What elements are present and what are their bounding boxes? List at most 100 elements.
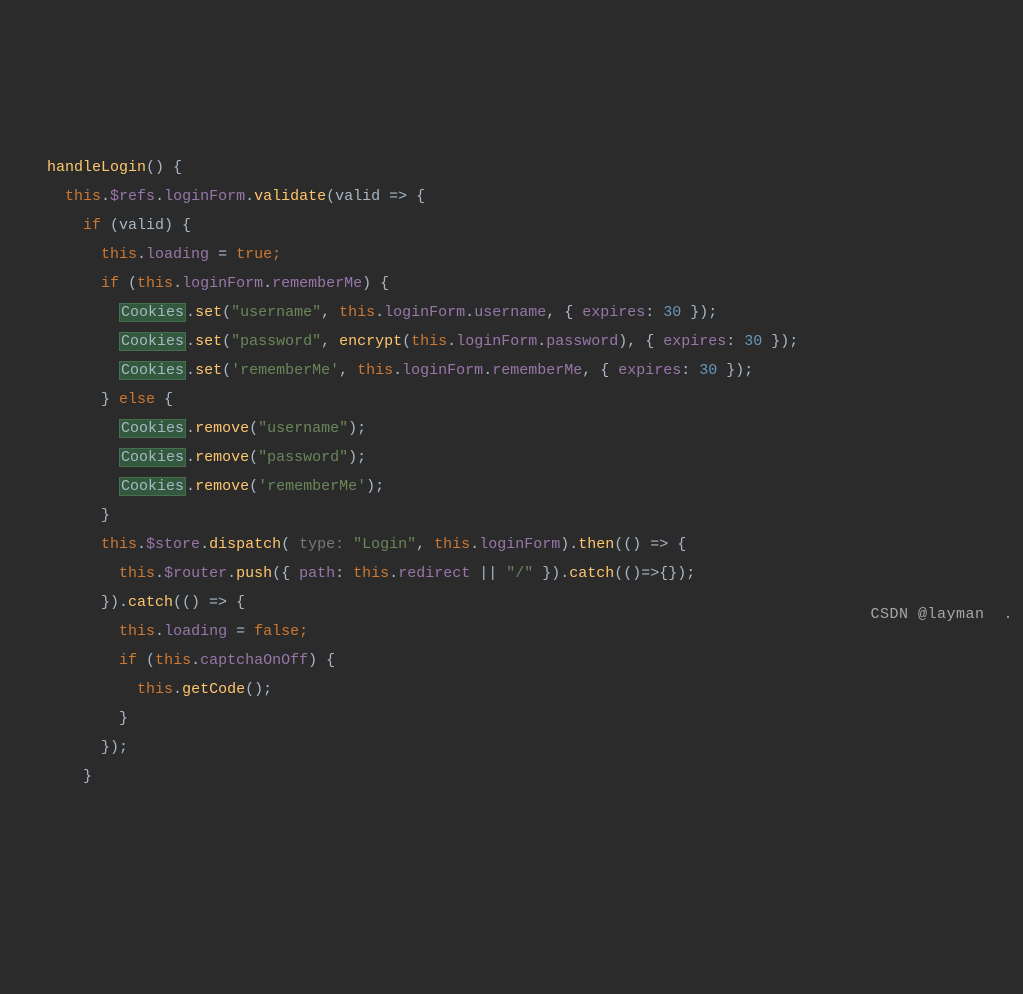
property: redirect [398,565,470,582]
keyword-this: this [353,565,389,582]
brace-close: } [119,710,128,727]
chain-end: }); [101,739,128,756]
arrow-fn: (()=>{}); [614,565,695,582]
property: loginForm [384,304,465,321]
highlight-cookies: Cookies [119,332,186,351]
property: loginForm [402,362,483,379]
brace-close: } [101,391,119,408]
keyword-true: true [236,246,272,263]
equals: = [227,623,254,640]
parameter: valid [335,188,380,205]
code-line: this.$refs.loginForm.validate(valid => { [20,188,425,205]
brace-close: } [101,507,110,524]
keyword-this: this [137,275,173,292]
paren-close: ) { [362,275,389,292]
method-remove: remove [195,478,249,495]
property: rememberMe [272,275,362,292]
method-catch: catch [569,565,614,582]
code-line: Cookies.remove('rememberMe'); [20,477,384,496]
highlight-cookies: Cookies [119,303,186,322]
brace-close: } [83,768,92,785]
property: rememberMe [492,362,582,379]
method-then: then [578,536,614,553]
code-line: }); [20,739,128,756]
keyword-else: else [119,391,155,408]
method-remove: remove [195,449,249,466]
keyword-if: if [83,217,101,234]
property: username [474,304,546,321]
code-line: handleLogin() { [20,159,182,176]
keyword-if: if [101,275,119,292]
keyword-this: this [155,652,191,669]
keyword-this: this [339,304,375,321]
function-call: encrypt [339,333,402,350]
property: loading [164,623,227,640]
code-line: if (valid) { [20,217,191,234]
property: expires [582,304,645,321]
keyword-this: this [357,362,393,379]
property: path [299,565,335,582]
method-getcode: getCode [182,681,245,698]
property: $router [164,565,227,582]
code-line: }).catch(() => { [20,594,245,611]
code-line: if (this.captchaOnOff) { [20,652,335,669]
code-line: Cookies.remove("password"); [20,448,366,467]
semicolon: ; [272,246,281,263]
code-editor[interactable]: handleLogin() { this.$refs.loginForm.val… [0,116,1023,791]
number-literal: 30 [663,304,681,321]
keyword-false: false [254,623,299,640]
arrow-fn: (() => { [173,594,245,611]
equals: = [209,246,236,263]
string-literal: "username" [231,304,321,321]
property: loginForm [182,275,263,292]
method-push: push [236,565,272,582]
property: expires [618,362,681,379]
highlight-cookies: Cookies [119,448,186,467]
string-literal: 'rememberMe' [231,362,339,379]
method-call: validate [254,188,326,205]
property: expires [663,333,726,350]
code-line: this.$store.dispatch( type: "Login", thi… [20,536,686,553]
or-operator: || [470,565,506,582]
property: loginForm [456,333,537,350]
method-remove: remove [195,420,249,437]
paren-open: ( [119,275,137,292]
code-line: this.$router.push({ path: this.redirect … [20,565,695,582]
parameter-hint: type: [290,536,353,553]
method-set: set [195,333,222,350]
property: $refs [110,188,155,205]
keyword-if: if [119,652,137,669]
highlight-cookies: Cookies [119,477,186,496]
code-line: } [20,507,110,524]
string-literal: 'rememberMe' [258,478,366,495]
arrow: => { [641,536,686,553]
number-literal: 30 [699,362,717,379]
property: $store [146,536,200,553]
highlight-cookies: Cookies [119,361,186,380]
semicolon: ; [299,623,308,640]
number-literal: 30 [744,333,762,350]
string-literal: "Login" [353,536,416,553]
property: loading [146,246,209,263]
call-end: (); [245,681,272,698]
paren-close: ) { [308,652,335,669]
punctuation: () { [146,159,182,176]
paren-open: ( [137,652,155,669]
method-set: set [195,304,222,321]
code-line: Cookies.set('rememberMe', this.loginForm… [20,361,753,380]
property: captchaOnOff [200,652,308,669]
code-line: this.loading = true; [20,246,281,263]
highlight-cookies: Cookies [119,419,186,438]
keyword-this: this [119,623,155,640]
brace-open: { [155,391,173,408]
code-line: } [20,710,128,727]
keyword-this: this [101,536,137,553]
chain-close: }). [101,594,128,611]
code-line: this.getCode(); [20,681,272,698]
keyword-this: this [65,188,101,205]
string-literal: "password" [231,333,321,350]
code-line: this.loading = false; [20,623,308,640]
method-dispatch: dispatch [209,536,281,553]
string-literal: "username" [258,420,348,437]
keyword-this: this [119,565,155,582]
